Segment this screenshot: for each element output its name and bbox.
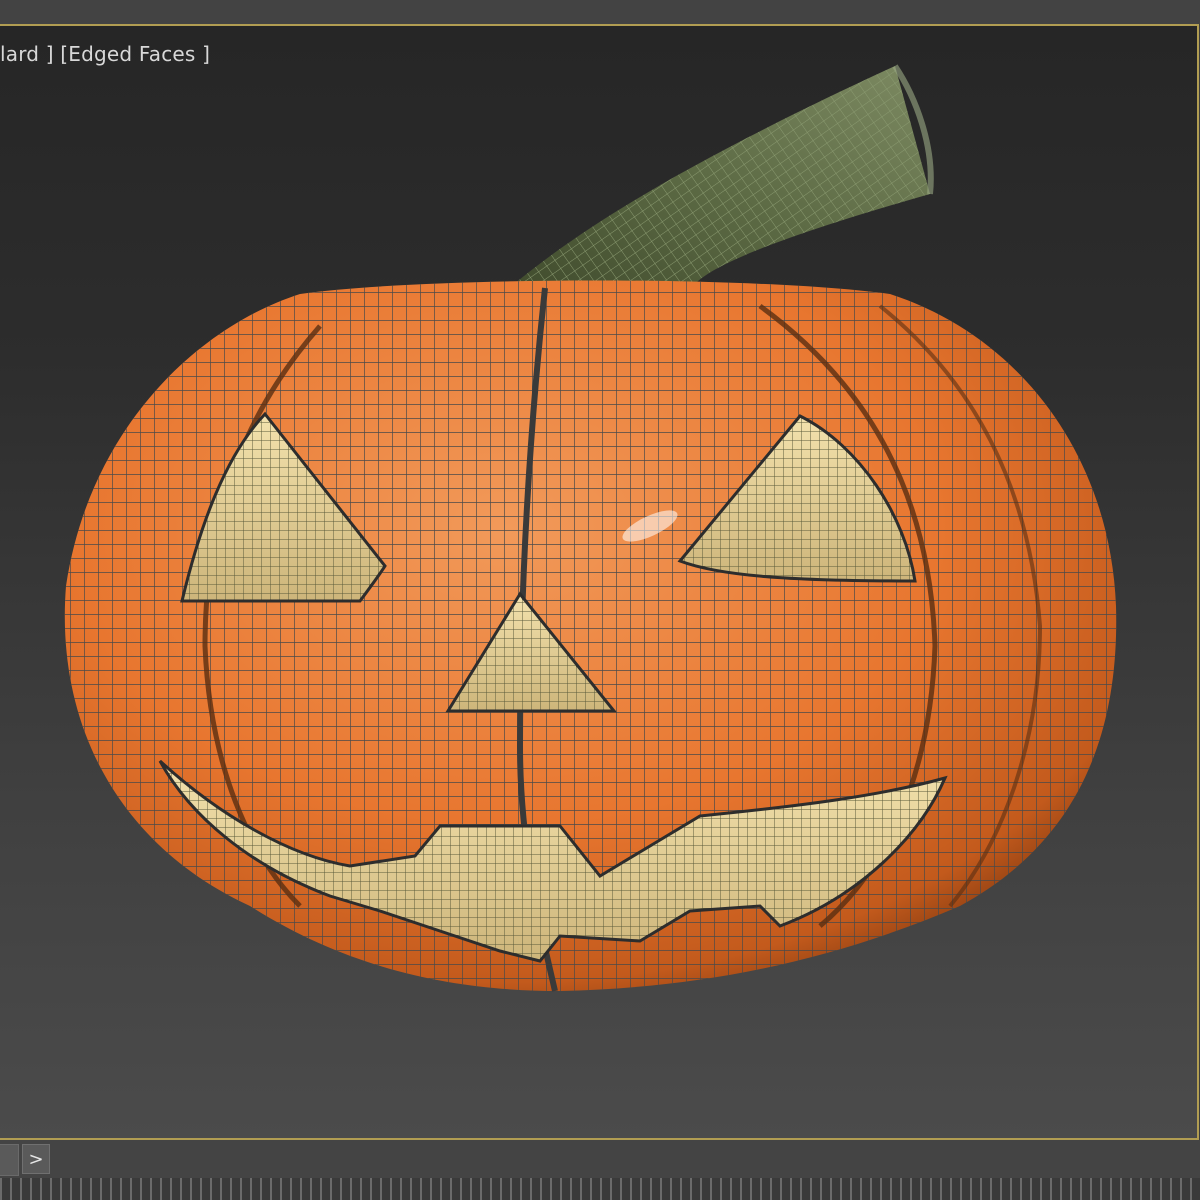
toolbar-strip	[0, 0, 1200, 24]
frame-ruler[interactable]	[0, 1178, 1200, 1200]
next-frame-button[interactable]: >	[22, 1144, 50, 1174]
pumpkin-model[interactable]	[0, 26, 1197, 1138]
pumpkin-body	[64, 280, 1117, 992]
time-slider-handle[interactable]	[0, 1144, 19, 1176]
perspective-viewport[interactable]: lard ] [Edged Faces ]	[0, 24, 1199, 1140]
pumpkin-stem	[500, 64, 934, 296]
timeline-bar: >	[0, 1140, 1200, 1200]
max-app-window: lard ] [Edged Faces ] >	[0, 0, 1200, 1200]
